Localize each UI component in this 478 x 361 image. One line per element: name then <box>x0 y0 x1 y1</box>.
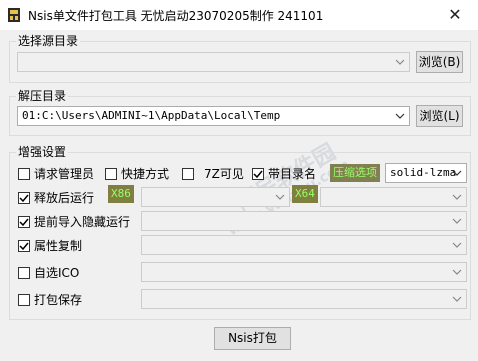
custom-ico-combo[interactable] <box>141 262 467 282</box>
checkbox-pack-save[interactable]: 打包保存 <box>18 291 82 308</box>
browse-source-button[interactable]: 浏览(B) <box>416 51 463 73</box>
chevron-down-icon <box>452 269 462 275</box>
check-icon <box>19 242 29 250</box>
check-icon <box>253 170 263 178</box>
title-bar: Nsis单文件打包工具 无忧启动23070205制作 241101 ✕ <box>0 0 478 30</box>
checkbox-request-admin[interactable]: 请求管理员 <box>18 165 94 182</box>
enhance-group-title: 增强设置 <box>16 145 69 159</box>
chevron-down-icon <box>452 194 462 200</box>
check-icon <box>19 218 29 226</box>
checkbox-post-run[interactable]: 释放后运行 <box>18 189 94 206</box>
checkbox-custom-ico[interactable]: 自选ICO <box>18 264 79 281</box>
checkbox-pre-import-hidden[interactable]: 提前导入隐藏运行 <box>18 213 130 230</box>
app-icon <box>6 7 22 23</box>
source-group-title: 选择源目录 <box>16 34 81 48</box>
nsis-pack-button[interactable]: Nsis打包 <box>214 327 291 350</box>
checkbox-box[interactable] <box>182 167 194 180</box>
x86-tag: X86 <box>108 185 134 203</box>
compress-option-select[interactable]: solid-lzma <box>385 163 467 183</box>
chevron-down-icon <box>452 218 462 224</box>
window-title: Nsis单文件打包工具 无忧启动23070205制作 241101 <box>28 9 324 23</box>
extract-path-value: 01:C:\Users\ADMINI~1\AppData\Local\Temp <box>22 109 281 122</box>
checkbox-box[interactable] <box>18 293 30 306</box>
chevron-down-icon <box>452 242 462 248</box>
x64-tag: X64 <box>292 185 318 203</box>
compress-option-label: 压缩选项 <box>330 164 380 182</box>
chevron-down-icon <box>275 194 285 200</box>
checkbox-box[interactable] <box>18 266 30 279</box>
extract-path-combo[interactable]: 01:C:\Users\ADMINI~1\AppData\Local\Temp <box>17 106 410 126</box>
compress-option-value: solid-lzma <box>390 166 457 179</box>
check-icon <box>19 194 29 202</box>
checkbox-box[interactable] <box>105 167 117 180</box>
post-run-x64-combo[interactable] <box>320 187 467 207</box>
checkbox-box[interactable] <box>18 167 30 180</box>
checkbox-7z-visible[interactable]: 7Z可见 <box>182 165 244 182</box>
attr-copy-combo[interactable] <box>141 235 467 255</box>
pack-save-combo[interactable] <box>141 289 467 309</box>
browse-extract-button[interactable]: 浏览(L) <box>416 105 463 127</box>
source-path-combo[interactable] <box>17 52 410 72</box>
close-icon: ✕ <box>448 5 462 24</box>
chevron-down-icon <box>395 59 405 65</box>
chevron-down-icon <box>452 170 462 176</box>
checkbox-with-dirname[interactable]: 带目录名 <box>252 165 316 182</box>
pre-import-combo[interactable] <box>141 211 467 231</box>
checkbox-shortcut[interactable]: 快捷方式 <box>105 165 169 182</box>
extract-group-title: 解压目录 <box>16 89 69 103</box>
checkbox-box[interactable] <box>18 191 30 204</box>
checkbox-box[interactable] <box>252 167 264 180</box>
checkbox-box[interactable] <box>18 239 30 252</box>
checkbox-box[interactable] <box>18 215 30 228</box>
chevron-down-icon <box>395 113 405 119</box>
chevron-down-icon <box>452 296 462 302</box>
close-button[interactable]: ✕ <box>432 0 478 30</box>
post-run-x86-combo[interactable] <box>141 187 290 207</box>
checkbox-attr-copy[interactable]: 属性复制 <box>18 237 82 254</box>
